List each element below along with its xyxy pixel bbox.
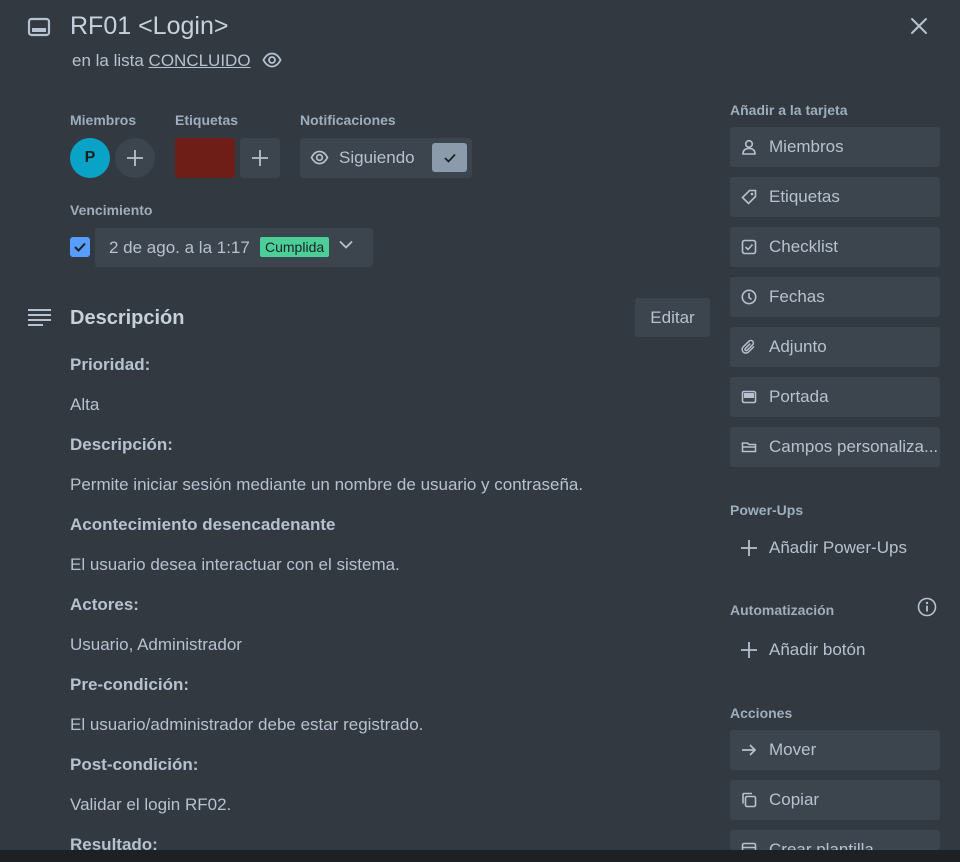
label-chip-red[interactable] (175, 138, 235, 178)
follow-label: Siguiendo (339, 148, 415, 167)
sidebar-checklist-button[interactable]: Checklist (730, 227, 940, 267)
description-heading: Prioridad: (70, 355, 151, 374)
description-text: Validar el login RF02. (70, 795, 232, 814)
create-template-label: Crear plantilla (769, 840, 874, 850)
following-check (432, 143, 467, 172)
due-date-text: 2 de ago. a la 1:17 (109, 238, 250, 257)
close-icon (910, 17, 928, 35)
custom-fields-icon (741, 439, 757, 455)
description-text: Usuario, Administrador (70, 635, 242, 654)
description-heading: Descripción: (70, 435, 173, 454)
add-label-button[interactable] (240, 138, 280, 178)
bottom-scroll-strip (0, 850, 960, 862)
description-text: El usuario/administrador debe estar regi… (70, 715, 424, 734)
paperclip-icon (741, 339, 757, 355)
description-heading: Pre-condición: (70, 675, 190, 694)
clock-icon (741, 289, 757, 305)
plus-icon (741, 642, 757, 658)
info-icon[interactable] (917, 597, 937, 617)
copy-icon (741, 792, 757, 808)
description-heading: Actores: (70, 595, 139, 614)
member-avatar[interactable]: P (70, 138, 110, 178)
plus-icon (126, 149, 144, 167)
sidebar-custom-fields-label: Campos personaliza... (769, 437, 939, 456)
add-member-button[interactable] (115, 138, 155, 178)
description-text: El usuario desea interactuar con el sist… (70, 555, 400, 574)
description-title: Descripción (70, 307, 185, 329)
card-title[interactable]: RF01 <Login> (70, 12, 228, 41)
copy-label: Copiar (769, 790, 820, 809)
members-label: Miembros (70, 112, 137, 128)
copy-button[interactable]: Copiar (730, 780, 940, 820)
description-text: Alta (70, 395, 100, 414)
card-icon (27, 15, 51, 39)
due-date-button[interactable]: 2 de ago. a la 1:17 Cumplida (95, 228, 373, 267)
chevron-down-icon (339, 240, 353, 249)
actions-label: Acciones (730, 705, 793, 721)
move-label: Mover (769, 740, 817, 759)
person-icon (741, 139, 757, 155)
sidebar-labels-button[interactable]: Etiquetas (730, 177, 940, 217)
sidebar-members-label: Miembros (769, 137, 844, 156)
plus-icon (251, 149, 269, 167)
create-template-button[interactable]: Crear plantilla (730, 830, 940, 850)
description-text: Permite iniciar sesión mediante un nombr… (70, 475, 584, 494)
status-badge: Cumplida (260, 237, 330, 257)
description-heading: Acontecimiento desencadenante (70, 515, 336, 534)
description-icon (28, 308, 51, 327)
tag-icon (741, 189, 757, 205)
follow-button[interactable]: Siguiendo (300, 138, 472, 178)
sidebar-checklist-label: Checklist (769, 237, 838, 256)
add-automation-button[interactable]: Añadir botón (730, 630, 940, 670)
sidebar-cover-label: Portada (769, 387, 829, 406)
labels-label: Etiquetas (175, 112, 239, 128)
notifications-label: Notificaciones (300, 112, 396, 128)
add-powerups-button[interactable]: Añadir Power-Ups (730, 528, 940, 568)
list-prefix: en la lista (72, 51, 149, 70)
sidebar-members-button[interactable]: Miembros (730, 127, 940, 167)
automation-label: Automatización (730, 602, 835, 618)
arrow-right-icon (741, 742, 757, 758)
add-powerups-label: Añadir Power-Ups (769, 538, 907, 557)
list-link[interactable]: CONCLUIDO (149, 51, 251, 70)
eye-icon (310, 150, 329, 165)
edit-description-button[interactable]: Editar (635, 298, 710, 337)
move-button[interactable]: Mover (730, 730, 940, 770)
plus-icon (741, 540, 757, 556)
cover-icon (741, 389, 757, 405)
sidebar-dates-button[interactable]: Fechas (730, 277, 940, 317)
template-icon (741, 842, 757, 850)
due-label: Vencimiento (70, 202, 153, 218)
sidebar-attachment-label: Adjunto (769, 337, 827, 356)
sidebar-cover-button[interactable]: Portada (730, 377, 940, 417)
powerups-label: Power-Ups (730, 502, 804, 518)
add-automation-label: Añadir botón (769, 640, 866, 659)
list-location: en la lista CONCLUIDO (72, 51, 251, 71)
add-to-card-label: Añadir a la tarjeta (730, 102, 848, 118)
sidebar-custom-fields-button[interactable]: Campos personaliza... (730, 427, 940, 467)
close-button[interactable] (905, 12, 933, 40)
due-complete-checkbox[interactable] (70, 237, 90, 257)
checklist-icon (741, 239, 757, 255)
description-heading: Post-condición: (70, 755, 199, 774)
sidebar-dates-label: Fechas (769, 287, 825, 306)
watch-eye-icon (262, 52, 282, 68)
sidebar-attachment-button[interactable]: Adjunto (730, 327, 940, 367)
sidebar-labels-label: Etiquetas (769, 187, 840, 206)
